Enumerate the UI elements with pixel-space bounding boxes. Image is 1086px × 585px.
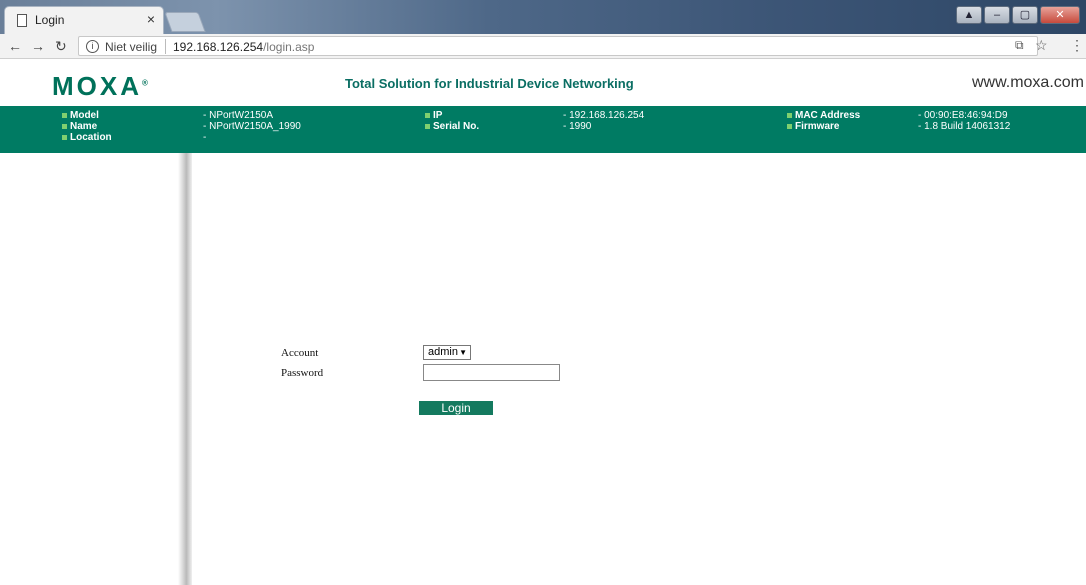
browser-tab-strip: Login × ▲ – ▢ ✕ [0, 0, 1086, 34]
serial-label-text: Serial No. [433, 121, 480, 132]
reload-icon[interactable]: ↻ [55, 38, 67, 55]
user-icon[interactable]: ▲ [956, 6, 982, 24]
model-value: - NPortW2150A [203, 110, 274, 121]
bullet-icon [787, 123, 792, 129]
security-indicator[interactable]: Niet veilig [105, 40, 157, 54]
ip-label: IP [425, 110, 442, 121]
close-window-icon[interactable]: ✕ [1040, 6, 1080, 24]
sidebar-divider [178, 153, 192, 585]
mac-value: - 00:90:E8:46:94:D9 [918, 110, 1008, 121]
tab-title: Login [35, 13, 65, 27]
model-label: Model [62, 110, 99, 121]
site-header: MOXA® Total Solution for Industrial Devi… [0, 59, 1086, 106]
moxa-logo: MOXA® [52, 71, 151, 102]
location-label: Location [62, 132, 112, 143]
browser-toolbar: ← → ↻ i Niet veilig 192.168.126.254/logi… [0, 34, 1086, 59]
bullet-icon [425, 112, 430, 118]
serial-label: Serial No. [425, 121, 479, 132]
bullet-icon [62, 112, 67, 118]
bullet-icon [62, 134, 67, 140]
model-label-text: Model [70, 110, 99, 121]
tagline: Total Solution for Industrial Device Net… [345, 76, 634, 91]
url-text[interactable]: 192.168.126.254/login.asp [173, 40, 314, 54]
info-icon[interactable]: i [86, 40, 99, 53]
forward-icon[interactable]: → [31, 38, 45, 54]
translate-icon[interactable]: ⧉ [1015, 38, 1024, 53]
bullet-icon [62, 123, 67, 129]
new-tab-button[interactable] [164, 12, 206, 32]
maximize-icon[interactable]: ▢ [1012, 6, 1038, 24]
dropdown-arrow-icon: ▼ [459, 348, 467, 357]
url-path: /login.asp [263, 40, 315, 54]
location-value: - [203, 132, 207, 143]
firmware-label: Firmware [787, 121, 839, 132]
mac-label-text: MAC Address [795, 110, 861, 121]
bullet-icon [425, 123, 430, 129]
account-select[interactable]: admin ▼ [423, 345, 471, 360]
ip-label-text: IP [433, 110, 443, 121]
location-label-text: Location [70, 132, 112, 143]
ip-value: - 192.168.126.254 [563, 110, 645, 121]
tab-close-icon[interactable]: × [147, 11, 155, 27]
firmware-label-text: Firmware [795, 121, 840, 132]
page-icon [17, 14, 27, 27]
url-host: 192.168.126.254 [173, 40, 264, 54]
name-label: Name [62, 121, 97, 132]
login-button[interactable]: Login [419, 401, 493, 415]
website-link[interactable]: www.moxa.com [972, 74, 1084, 92]
account-selected-value: admin [428, 346, 458, 358]
device-info-bar: Model - NPortW2150A Name - NPortW2150A_1… [0, 106, 1086, 153]
back-icon[interactable]: ← [8, 38, 22, 54]
password-input[interactable] [423, 364, 560, 381]
mac-label: MAC Address [787, 110, 860, 121]
logo-text: MOXA [52, 71, 142, 101]
name-label-text: Name [70, 121, 98, 132]
address-bar[interactable]: i Niet veilig 192.168.126.254/login.asp [78, 36, 1038, 56]
bookmark-star-icon[interactable]: ☆ [1035, 37, 1048, 54]
browser-tab[interactable]: Login × [4, 6, 164, 34]
serial-value: - 1990 [563, 121, 592, 132]
name-value: - NPortW2150A_1990 [203, 121, 301, 132]
sidebar-menu [0, 153, 185, 585]
browser-menu-icon[interactable]: ⋮ [1070, 37, 1084, 54]
account-label: Account [281, 347, 319, 359]
window-controls: ▲ – ▢ ✕ [956, 6, 1080, 24]
bullet-icon [787, 112, 792, 118]
logo-registered-mark: ® [142, 78, 151, 88]
password-label: Password [281, 367, 324, 379]
address-separator [165, 39, 166, 54]
minimize-icon[interactable]: – [984, 6, 1010, 24]
firmware-value: - 1.8 Build 14061312 [918, 121, 1011, 132]
